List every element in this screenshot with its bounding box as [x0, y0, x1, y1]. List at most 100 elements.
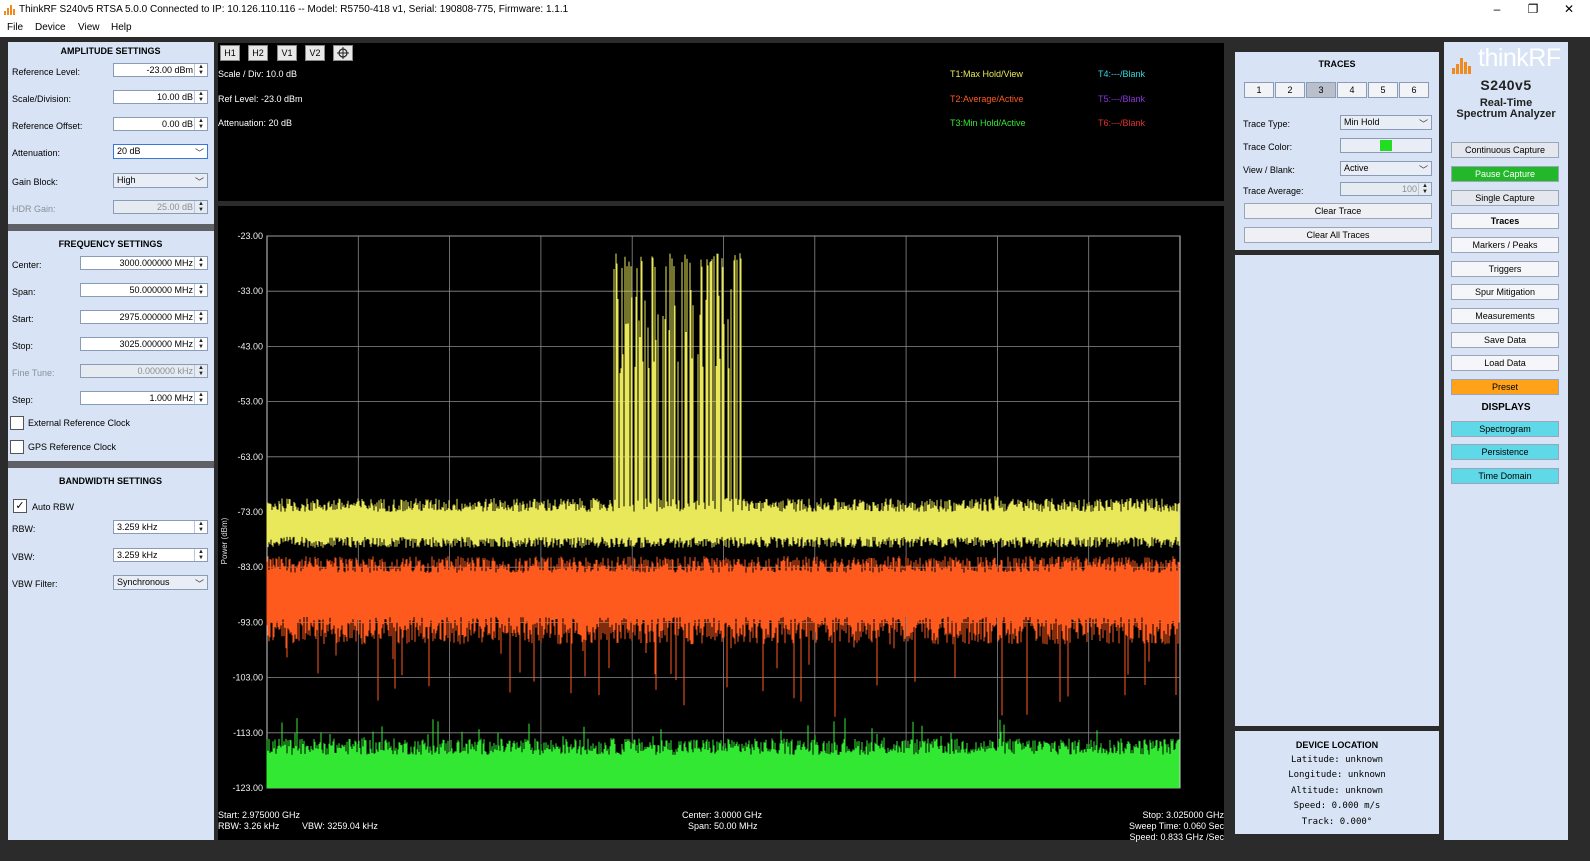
scale-division-input[interactable]: 10.00 dB ▲ ▼ — [113, 90, 208, 104]
triggers-button[interactable]: Triggers — [1451, 261, 1559, 277]
reference-offset-input[interactable]: 0.00 dB ▲ ▼ — [113, 117, 208, 131]
y-tick-label: -123.00 — [232, 783, 263, 793]
trace-average-input: 100 ▲ ▼ — [1340, 182, 1432, 196]
rbw-input[interactable]: 3.259 kHz ▲ ▼ — [113, 520, 208, 534]
stop-input[interactable]: 3025.000000 MHz ▲ ▼ — [80, 337, 208, 351]
markers-peaks-button[interactable]: Markers / Peaks — [1451, 237, 1559, 253]
measurements-button[interactable]: Measurements — [1451, 308, 1559, 324]
clear-trace-button[interactable]: Clear Trace — [1244, 203, 1432, 219]
center-input[interactable]: 3000.000000 MHz ▲ ▼ — [80, 256, 208, 270]
trace-type-select[interactable]: Min Hold ﹀ — [1340, 115, 1432, 130]
start-label: Start: — [12, 314, 34, 324]
trace-legend-t5: T5:---/Blank — [1098, 94, 1146, 104]
persistence-button[interactable]: Persistence — [1451, 444, 1559, 460]
spin-arrows-icon[interactable]: ▲ ▼ — [194, 549, 207, 561]
brand-model: S240v5 — [1480, 77, 1532, 93]
longitude-readout: Longitude: unknown — [1288, 770, 1386, 780]
time-domain-button[interactable]: Time Domain — [1451, 468, 1559, 484]
latitude-readout: Latitude: unknown — [1290, 755, 1384, 765]
gps-reference-clock-checkbox[interactable] — [10, 440, 24, 454]
spin-arrows-icon[interactable]: ▲ ▼ — [194, 91, 207, 103]
auto-rbw-checkbox[interactable]: ✓ — [13, 499, 27, 513]
spin-arrows-icon: ▲ ▼ — [194, 201, 207, 213]
single-capture-button[interactable]: Single Capture — [1451, 190, 1559, 206]
preset-button[interactable]: Preset — [1451, 379, 1559, 395]
spin-arrows-icon: ▲ ▼ — [1418, 183, 1431, 195]
menu-file[interactable]: File — [7, 22, 23, 33]
spin-arrows-icon: ▲ ▼ — [194, 365, 207, 377]
vbw-label: VBW: — [12, 552, 35, 562]
trace-t3-min-hold — [266, 718, 1180, 788]
span-input[interactable]: 50.000000 MHz ▲ ▼ — [80, 283, 208, 297]
vbw-input[interactable]: 3.259 kHz ▲ ▼ — [113, 548, 208, 562]
trace-legend-t1: T1:Max Hold/View — [950, 69, 1023, 79]
trace-legend-t2: T2:Average/Active — [950, 94, 1024, 104]
spin-arrows-icon[interactable]: ▲ ▼ — [194, 118, 207, 130]
vbw-filter-label: VBW Filter: — [12, 579, 58, 589]
amplitude-settings-title: AMPLITUDE SETTINGS — [60, 46, 161, 56]
start-input[interactable]: 2975.000000 MHz ▲ ▼ — [80, 310, 208, 324]
y-tick-label: -63.00 — [237, 452, 263, 462]
v2-marker-button[interactable]: V2 — [305, 45, 325, 61]
gain-block-select[interactable]: High ﹀ — [113, 173, 208, 188]
menu-help[interactable]: Help — [111, 22, 132, 33]
y-tick-label: -103.00 — [232, 673, 263, 683]
menu-device[interactable]: Device — [35, 22, 66, 33]
span-readout: Span: 50.00 MHz — [688, 821, 758, 831]
trace-tab-1[interactable]: 1 — [1244, 82, 1274, 98]
spin-arrows-icon[interactable]: ▲ ▼ — [194, 284, 207, 296]
clear-all-traces-button[interactable]: Clear All Traces — [1244, 227, 1432, 243]
spectrum-chart[interactable]: -23.00 -33.00 -43.00 -53.00 -63.00 -73.00 -83.… — [218, 206, 1224, 840]
trace-legend-t4: T4:---/Blank — [1098, 69, 1146, 79]
spin-arrows-icon[interactable]: ▲ ▼ — [194, 64, 207, 76]
spin-arrows-icon[interactable]: ▲ ▼ — [194, 311, 207, 323]
vbw-filter-select[interactable]: Synchronous ﹀ — [113, 575, 208, 590]
menu-view[interactable]: View — [78, 22, 100, 33]
spin-arrows-icon[interactable]: ▲ ▼ — [194, 257, 207, 269]
crosshair-icon — [337, 47, 349, 59]
attenuation-select[interactable]: 20 dB ﹀ — [113, 144, 208, 159]
fine-tune-input: 0.000000 kHz ▲ ▼ — [80, 364, 208, 378]
crosshair-button[interactable] — [333, 45, 353, 61]
spectrogram-button[interactable]: Spectrogram — [1451, 421, 1559, 437]
pause-capture-button[interactable]: Pause Capture — [1451, 166, 1559, 182]
maximize-button[interactable]: ❐ — [1515, 0, 1551, 20]
window-title: ThinkRF S240v5 RTSA 5.0.0 Connected to I… — [19, 4, 569, 15]
minimize-button[interactable]: – — [1479, 0, 1515, 20]
spin-arrows-icon[interactable]: ▲ ▼ — [194, 338, 207, 350]
v1-marker-button[interactable]: V1 — [277, 45, 297, 61]
external-reference-clock-label: External Reference Clock — [28, 418, 131, 428]
continuous-capture-button[interactable]: Continuous Capture — [1451, 142, 1559, 158]
h2-marker-button[interactable]: H2 — [248, 45, 268, 61]
scale-division-label: Scale/Division: — [12, 94, 72, 104]
h1-marker-button[interactable]: H1 — [220, 45, 240, 61]
trace-tab-5[interactable]: 5 — [1368, 82, 1398, 98]
spur-mitigation-button[interactable]: Spur Mitigation — [1451, 284, 1559, 300]
spin-arrows-icon[interactable]: ▲ ▼ — [194, 521, 207, 533]
trace-tab-3[interactable]: 3 — [1306, 82, 1336, 98]
spin-arrows-icon[interactable]: ▲ ▼ — [194, 392, 207, 404]
hdr-gain-input: 25.00 dB ▲ ▼ — [113, 200, 208, 214]
speed-readout: Speed: 0.833 GHz /Sec — [1129, 832, 1224, 842]
chevron-down-icon: ﹀ — [194, 579, 204, 589]
save-data-button[interactable]: Save Data — [1451, 332, 1559, 348]
sweep-time-readout: Sweep Time: 0.060 Sec — [1128, 821, 1224, 831]
traces-button[interactable]: Traces — [1451, 213, 1559, 229]
chevron-down-icon: ﹀ — [1418, 119, 1428, 129]
close-button[interactable]: ✕ — [1551, 0, 1587, 20]
trace-color-picker[interactable] — [1340, 138, 1432, 153]
traces-title: TRACES — [1318, 59, 1356, 69]
view-blank-select[interactable]: Active ﹀ — [1340, 161, 1432, 176]
reference-level-input[interactable]: -23.00 dBm ▲ ▼ — [113, 63, 208, 77]
load-data-button[interactable]: Load Data — [1451, 355, 1559, 371]
auto-rbw-label: Auto RBW — [32, 502, 75, 512]
traces-detail-panel — [1235, 255, 1439, 726]
external-reference-clock-checkbox[interactable] — [10, 416, 24, 430]
chevron-down-icon: ﹀ — [194, 148, 204, 158]
trace-average-label: Trace Average: — [1243, 186, 1304, 196]
trace-tab-6[interactable]: 6 — [1399, 82, 1429, 98]
gain-block-label: Gain Block: — [12, 177, 59, 187]
step-input[interactable]: 1.000 MHz ▲ ▼ — [80, 391, 208, 405]
trace-tab-2[interactable]: 2 — [1275, 82, 1305, 98]
trace-tab-4[interactable]: 4 — [1337, 82, 1367, 98]
